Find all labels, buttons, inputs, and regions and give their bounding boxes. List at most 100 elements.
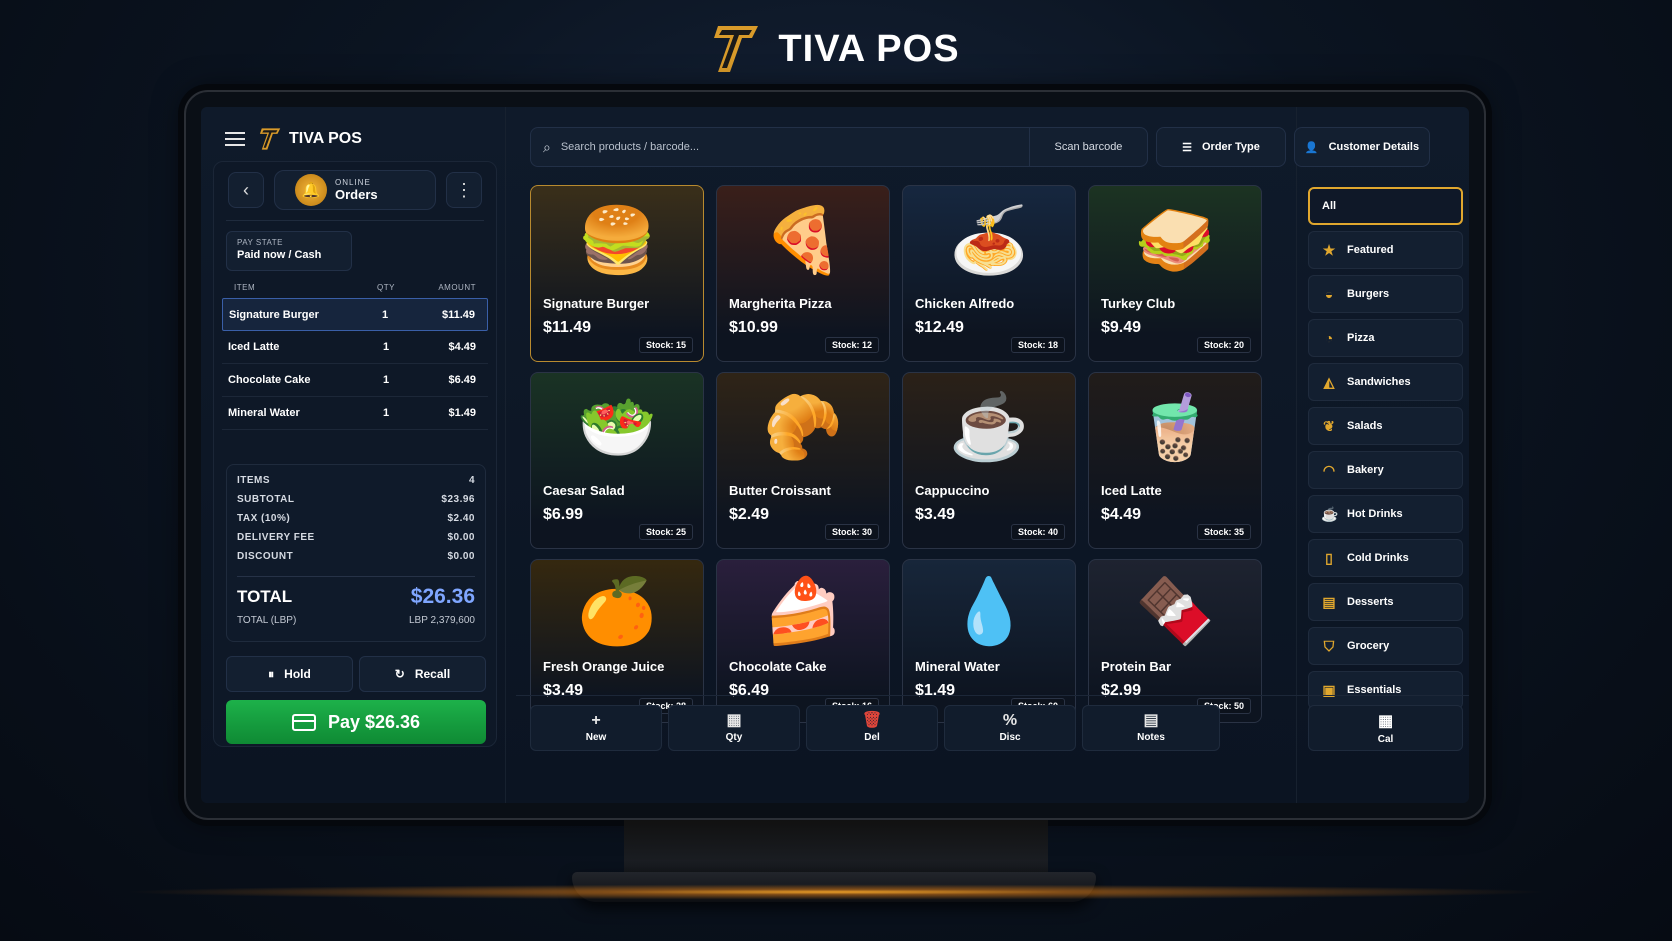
product-card[interactable]: 🥗 Caesar Salad $6.99 Stock: 25 [530, 372, 704, 549]
product-price: $11.49 [543, 319, 592, 336]
cart-row[interactable]: Signature Burger 1 $11.49 [222, 298, 488, 331]
new-button[interactable]: + New [530, 705, 662, 751]
category-label: Pizza [1347, 332, 1375, 344]
category-icon: ⛉ [1323, 637, 1335, 654]
product-card[interactable]: 💧 Mineral Water $1.49 Stock: 60 [902, 559, 1076, 723]
notes-label: Notes [1137, 732, 1165, 743]
cart-panel: ‹ 🔔 ONLINE Orders ⋮ PAY STATE Paid now /… [213, 161, 497, 747]
recall-label: Recall [414, 667, 451, 681]
category-cold-drinks[interactable]: ▯ Cold Drinks [1308, 539, 1463, 577]
product-card[interactable]: 🥐 Butter Croissant $2.49 Stock: 30 [716, 372, 890, 549]
product-name: Iced Latte [1101, 483, 1162, 498]
category-icon: ▯ [1325, 549, 1333, 566]
category-salads[interactable]: ❦ Salads [1308, 407, 1463, 445]
category-icon: ★ [1322, 241, 1336, 258]
category-bakery[interactable]: ◠ Bakery [1308, 451, 1463, 489]
category-essentials[interactable]: ▣ Essentials [1308, 671, 1463, 709]
items-label: ITEMS [237, 475, 271, 486]
more-options-button[interactable]: ⋮ [446, 172, 482, 208]
cart-item-qty: 1 [382, 341, 390, 353]
category-label: Hot Drinks [1347, 508, 1403, 520]
category-label: Cold Drinks [1347, 552, 1409, 564]
customer-details-button[interactable]: 👤 Customer Details [1294, 127, 1430, 167]
coffee-icon: ☕ [949, 390, 1029, 463]
qty-button[interactable]: ▦ Qty [668, 705, 800, 751]
notes-icon: ▤ [1143, 712, 1159, 729]
subtotal-value: $23.96 [441, 494, 475, 505]
tax-value: $2.40 [447, 513, 475, 524]
product-card[interactable]: 🧋 Iced Latte $4.49 Stock: 35 [1088, 372, 1262, 549]
category-grocery[interactable]: ⛉ Grocery [1308, 627, 1463, 665]
orders-selector[interactable]: 🔔 ONLINE Orders [274, 170, 436, 210]
stock-badge: Stock: 15 [638, 337, 693, 353]
pay-button[interactable]: Pay $26.36 [226, 700, 486, 744]
cart-item-amount: $6.49 [448, 374, 476, 386]
category-label: Burgers [1347, 288, 1390, 300]
back-button[interactable]: ‹ [228, 172, 264, 208]
category-label: Featured [1347, 244, 1394, 256]
new-label: New [585, 732, 607, 743]
calculator-button[interactable]: ▦ Cal [1308, 705, 1463, 751]
pay-state[interactable]: PAY STATE Paid now / Cash [226, 231, 352, 271]
product-card[interactable]: 🥪 Turkey Club $9.49 Stock: 20 [1088, 185, 1262, 362]
product-card[interactable]: 🍰 Chocolate Cake $6.49 Stock: 16 [716, 559, 890, 723]
cart-item-qty: 1 [382, 374, 390, 386]
cart-item-amount: $4.49 [448, 341, 476, 353]
product-card[interactable]: 🍝 Chicken Alfredo $12.49 Stock: 18 [902, 185, 1076, 362]
category-sandwiches[interactable]: ◭ Sandwiches [1308, 363, 1463, 401]
product-price: $4.49 [1101, 506, 1142, 523]
product-price: $6.99 [543, 506, 584, 523]
product-card[interactable]: 🍊 Fresh Orange Juice $3.49 Stock: 28 [530, 559, 704, 723]
items-value: 4 [468, 475, 475, 486]
category-icon: ◔ [1324, 330, 1334, 346]
burger-icon: 🍔 [577, 203, 657, 276]
product-name: Mineral Water [915, 659, 1000, 674]
category-hot-drinks[interactable]: ☕ Hot Drinks [1308, 495, 1463, 533]
del-button[interactable]: 🗑 Del [806, 705, 938, 751]
croissant-icon: 🥐 [763, 390, 843, 463]
scan-barcode-button[interactable]: Scan barcode [1029, 128, 1147, 166]
product-name: Margherita Pizza [729, 296, 832, 311]
product-card[interactable]: 🍔 Signature Burger $11.49 Stock: 15 [530, 185, 704, 362]
notes-button[interactable]: ▤ Notes [1082, 705, 1220, 751]
tax-label: TAX (10%) [237, 513, 291, 524]
qty-icon: ▦ [726, 712, 742, 729]
product-name: Caesar Salad [543, 483, 625, 498]
delivery-value: $0.00 [447, 532, 475, 543]
cart-row[interactable]: Mineral Water 1 $1.49 [222, 397, 488, 430]
category-burgers[interactable]: ◒ Burgers [1308, 275, 1463, 313]
cart-row[interactable]: Chocolate Cake 1 $6.49 [222, 364, 488, 397]
search-bar[interactable]: ⌕ Search products / barcode... Scan barc… [530, 127, 1148, 167]
iced-latte-icon: 🧋 [1135, 390, 1215, 463]
category-pizza[interactable]: ◔ Pizza [1308, 319, 1463, 357]
product-price: $2.99 [1101, 682, 1142, 699]
hold-button[interactable]: ⏸ Hold [226, 656, 353, 692]
calculator-icon: ▦ [1377, 713, 1394, 730]
chevron-left-icon: ‹ [243, 179, 249, 200]
category-featured[interactable]: ★ Featured [1308, 231, 1463, 269]
category-desserts[interactable]: ▤ Desserts [1308, 583, 1463, 621]
product-name: Signature Burger [543, 296, 650, 311]
product-card[interactable]: 🍫 Protein Bar $2.99 Stock: 50 [1088, 559, 1262, 723]
col-item: ITEM [234, 283, 256, 292]
disc-button[interactable]: % Disc [944, 705, 1076, 751]
order-type-button[interactable]: ☰ Order Type [1156, 127, 1286, 167]
category-all[interactable]: All [1308, 187, 1463, 225]
cart-item-qty: 1 [381, 308, 389, 321]
calculator-label: Cal [1377, 734, 1394, 745]
cart-row[interactable]: Iced Latte 1 $4.49 [222, 331, 488, 364]
category-icon: ▤ [1322, 593, 1336, 610]
stock-badge: Stock: 35 [1196, 524, 1251, 540]
pay-state-label: PAY STATE [237, 238, 283, 247]
menu-icon[interactable] [225, 132, 245, 146]
product-card[interactable]: 🍕 Margherita Pizza $10.99 Stock: 12 [716, 185, 890, 362]
more-vertical-icon: ⋮ [455, 179, 473, 200]
product-card[interactable]: ☕ Cappuccino $3.49 Stock: 40 [902, 372, 1076, 549]
cart-item-qty: 1 [382, 407, 390, 419]
protein-bar-icon: 🍫 [1135, 574, 1215, 647]
recall-button[interactable]: ↻ Recall [359, 656, 486, 692]
product-name: Protein Bar [1101, 659, 1172, 674]
cake-icon: 🍰 [763, 574, 843, 647]
search-input[interactable]: Search products / barcode... [561, 141, 1019, 153]
salad-icon: 🥗 [577, 390, 657, 463]
